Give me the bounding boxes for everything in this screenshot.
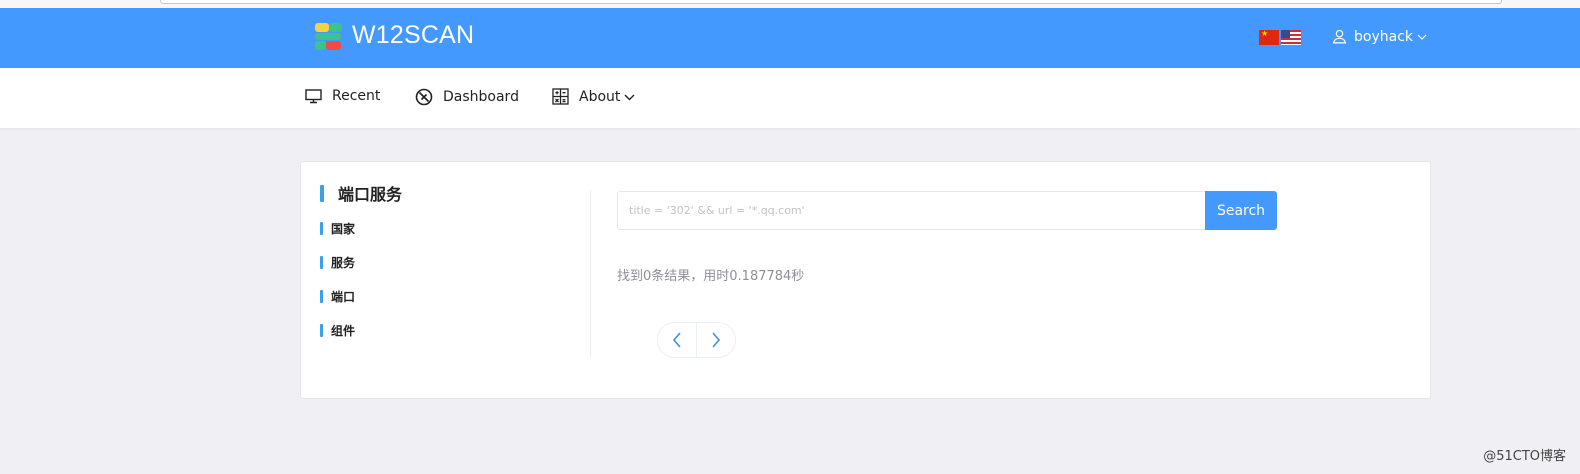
sidebar-item-label: 组件: [331, 324, 356, 338]
sidebar-item-label: 端口: [331, 290, 356, 304]
prev-page-button[interactable]: [658, 323, 696, 357]
sidebar-item-label: 国家: [331, 222, 356, 236]
nav-item-about[interactable]: About: [552, 88, 635, 105]
result-summary: 找到0条结果，用时0.187784秒: [617, 269, 805, 284]
w12scan-logo-icon[interactable]: [315, 23, 343, 51]
top-header: W12SCAN boyhack: [0, 8, 1580, 68]
us-flag-icon[interactable]: [1281, 30, 1301, 45]
cn-flag-icon[interactable]: [1259, 30, 1279, 45]
sidebar-title: 端口服务: [320, 181, 402, 205]
sidebar-item-port[interactable]: 端口: [320, 288, 355, 305]
search-input[interactable]: [617, 191, 1206, 230]
accent-bar: [320, 290, 323, 303]
sidebar-item-component[interactable]: 组件: [320, 322, 355, 339]
sidebar-item-country[interactable]: 国家: [320, 220, 355, 237]
user-name: boyhack: [1354, 28, 1413, 45]
accent-bar: [320, 324, 323, 337]
nav-item-dashboard-label: Dashboard: [443, 89, 519, 105]
search-button[interactable]: Search: [1205, 191, 1277, 230]
nav-item-dashboard[interactable]: Dashboard: [415, 88, 519, 106]
nav-item-recent-label: Recent: [332, 88, 381, 104]
watermark: @51CTO博客: [1483, 449, 1566, 464]
nav-item-about-label: About: [579, 88, 621, 105]
monitor-icon: [305, 88, 322, 103]
user-menu[interactable]: boyhack: [1331, 28, 1433, 45]
brand-title[interactable]: W12SCAN: [352, 21, 474, 50]
next-page-button[interactable]: [696, 323, 735, 357]
pagination: [657, 322, 736, 358]
dashboard-icon: [415, 88, 433, 106]
user-icon: [1332, 29, 1347, 44]
language-switcher: [1259, 30, 1301, 45]
main-card: 端口服务 国家 服务 端口 组件 Search 找到0条结果，用时0.18778…: [300, 161, 1431, 399]
accent-bar: [320, 184, 324, 202]
chevron-right-icon: [712, 332, 721, 348]
chevron-down-icon: [624, 94, 635, 100]
main-nav: Recent Dashboard About: [0, 68, 1580, 128]
accent-bar: [320, 256, 323, 269]
nav-item-recent[interactable]: Recent: [305, 88, 380, 104]
sidebar-item-label: 服务: [331, 256, 356, 270]
sidebar-title-text: 端口服务: [338, 185, 403, 204]
chevron-down-icon: [1417, 34, 1427, 40]
sidebar-item-service[interactable]: 服务: [320, 254, 355, 271]
chevron-left-icon: [672, 332, 681, 348]
horizontal-scrollbar[interactable]: [160, 0, 1502, 4]
column-divider: [590, 190, 591, 358]
calculator-icon: [552, 88, 569, 105]
browser-top-strip: [0, 0, 1580, 8]
accent-bar: [320, 222, 323, 235]
